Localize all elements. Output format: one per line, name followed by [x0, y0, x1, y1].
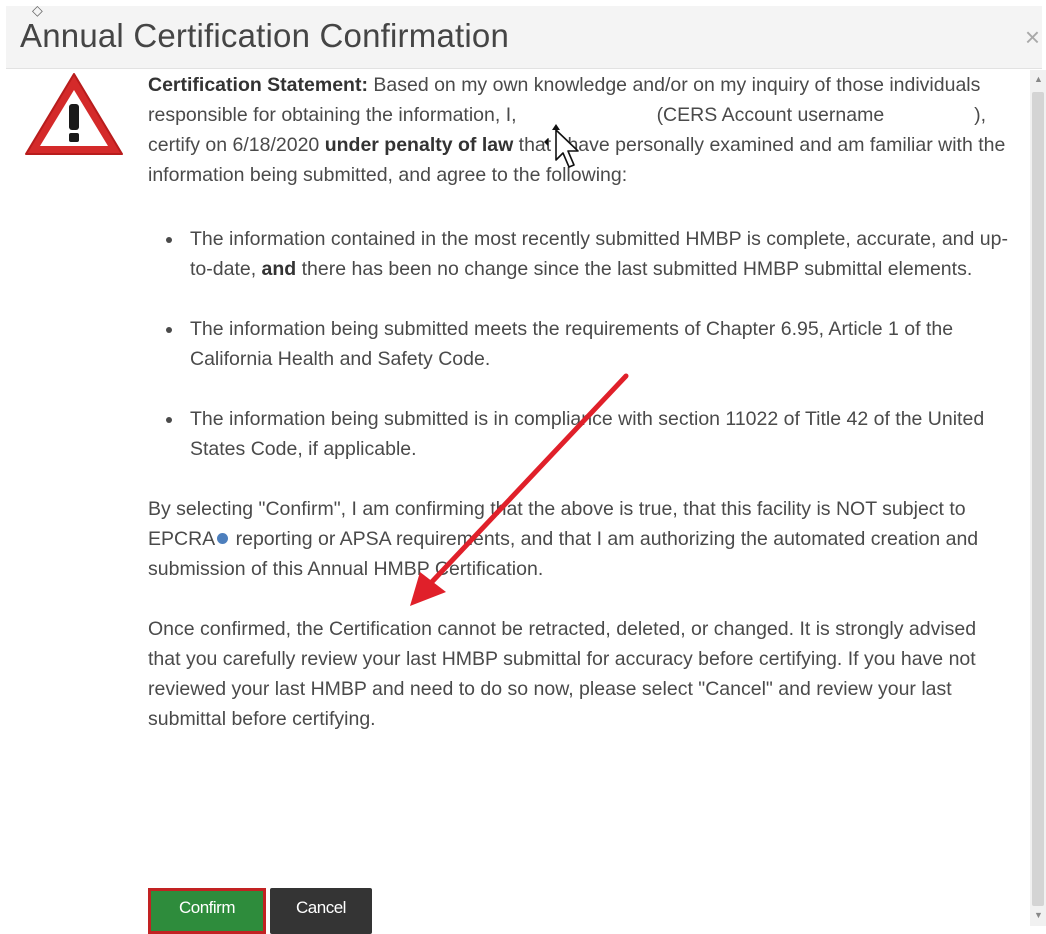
confirm-paragraph: By selecting "Confirm", I am confirming …	[148, 498, 979, 580]
list-item: The information contained in the most re…	[166, 224, 1012, 284]
dialog-title: Annual Certification Confirmation	[20, 17, 509, 54]
scroll-down-icon[interactable]: ▼	[1034, 910, 1043, 920]
certification-dialog: ◇ Annual Certification Confirmation × Ce…	[0, 0, 1046, 934]
dialog-body: Certification Statement: Based on my own…	[148, 70, 1012, 734]
scroll-up-icon[interactable]: ▲	[1034, 74, 1043, 84]
list-item: The information being submitted is in co…	[166, 404, 1012, 464]
warning-paragraph: Once confirmed, the Certification cannot…	[148, 618, 977, 730]
confirm-button[interactable]: Confirm	[148, 888, 266, 934]
statement-text-2: (CERS Account username	[656, 104, 885, 126]
statement-label: Certification Statement:	[148, 74, 368, 96]
certification-statement: Certification Statement: Based on my own…	[148, 70, 1012, 190]
scrollbar-thumb[interactable]	[1032, 92, 1044, 906]
warning-triangle-icon	[25, 73, 123, 155]
cancel-button[interactable]: Cancel	[270, 888, 372, 934]
close-button[interactable]: ×	[1025, 22, 1040, 53]
requirements-list: The information contained in the most re…	[148, 224, 1012, 464]
dialog-header: ◇ Annual Certification Confirmation ×	[6, 2, 1042, 69]
info-icon[interactable]	[217, 533, 229, 545]
list-item: The information being submitted meets th…	[166, 314, 1012, 374]
penalty-text: under penalty of law	[324, 134, 514, 156]
